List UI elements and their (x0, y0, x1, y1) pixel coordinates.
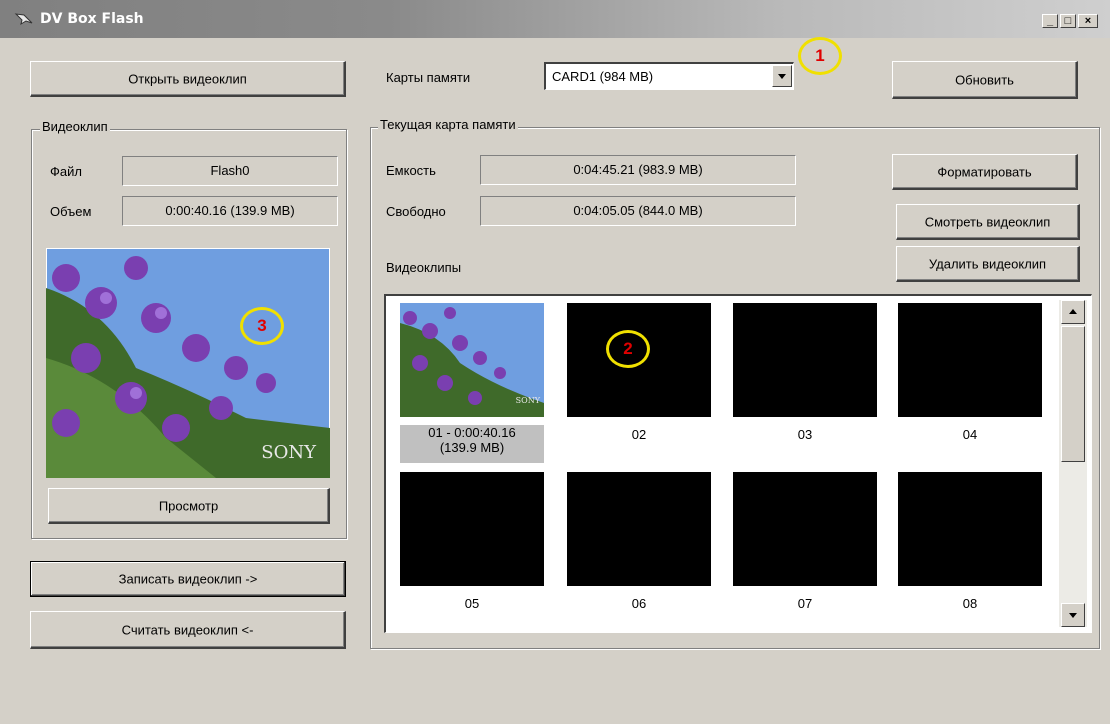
clip-thumb-08[interactable] (898, 472, 1042, 586)
read-clip-button[interactable]: Считать видеоклип <- (30, 611, 346, 649)
close-button[interactable]: × (1078, 14, 1098, 28)
clip-group-title: Видеоклип (40, 119, 110, 134)
clip-label-05[interactable]: 05 (400, 596, 544, 611)
open-clip-button[interactable]: Открыть видеоклип (30, 61, 346, 97)
callout-2: 2 (606, 330, 650, 368)
callout-1: 1 (798, 37, 842, 75)
clip-label-01-line1: 01 - 0:00:40.16 (428, 425, 516, 440)
clip-list-scrollbar[interactable] (1059, 300, 1087, 627)
clip-thumb-04[interactable] (898, 303, 1042, 417)
scroll-up-button[interactable] (1061, 300, 1085, 324)
clip-label-01-line2: (139.9 MB) (439, 440, 505, 455)
clip-thumb-03[interactable] (733, 303, 877, 417)
view-clip-button[interactable]: Смотреть видеоклип (896, 204, 1080, 240)
thumb-sony-watermark: SONY (516, 396, 541, 405)
preview-button[interactable]: Просмотр (48, 488, 330, 524)
capacity-label: Емкость (386, 163, 436, 178)
free-label: Свободно (386, 204, 446, 219)
clip-thumb-07[interactable] (733, 472, 877, 586)
clip-label-06[interactable]: 06 (567, 596, 711, 611)
scroll-thumb[interactable] (1061, 326, 1085, 462)
refresh-label: Обновить (955, 72, 1014, 87)
clip-thumb-01[interactable]: SONY (400, 303, 544, 417)
read-clip-label: Считать видеоклип <- (121, 622, 254, 637)
title-bar: DV Box Flash _ □ × (0, 0, 1110, 38)
view-clip-label: Смотреть видеоклип (924, 214, 1051, 229)
write-clip-label: Записать видеоклип -> (118, 571, 258, 587)
open-clip-label: Открыть видеоклип (128, 71, 247, 86)
clip-thumb-06[interactable] (567, 472, 711, 586)
minimize-button[interactable]: _ (1042, 14, 1058, 28)
free-field: 0:04:05.05 (844.0 MB) (480, 196, 796, 226)
clip-label-02[interactable]: 02 (567, 427, 711, 442)
memory-cards-label: Карты памяти (386, 70, 471, 85)
chevron-down-icon[interactable] (772, 65, 792, 87)
maximize-button[interactable]: □ (1060, 14, 1076, 28)
format-button[interactable]: Форматировать (892, 154, 1078, 190)
memory-card-group-title: Текущая карта памяти (378, 117, 518, 132)
clip-label-07[interactable]: 07 (733, 596, 877, 611)
clip-label-08[interactable]: 08 (898, 596, 1042, 611)
memory-card-value: CARD1 (984 MB) (552, 69, 654, 84)
scroll-down-button[interactable] (1061, 603, 1085, 627)
arrow-down-icon (1069, 613, 1077, 618)
delete-clip-button[interactable]: Удалить видеоклип (896, 246, 1080, 282)
delete-clip-label: Удалить видеоклип (928, 256, 1047, 271)
callout-3: 3 (240, 307, 284, 345)
preview-image: SONY (46, 248, 330, 478)
clips-label: Видеоклипы (386, 260, 462, 275)
size-field: 0:00:40.16 (139.9 MB) (122, 196, 338, 226)
refresh-button[interactable]: Обновить (892, 61, 1078, 99)
file-label: Файл (50, 164, 82, 179)
app-icon (14, 13, 33, 26)
clip-label-04[interactable]: 04 (898, 427, 1042, 442)
capacity-field: 0:04:45.21 (983.9 MB) (480, 155, 796, 185)
format-label: Форматировать (937, 164, 1032, 179)
preview-label: Просмотр (158, 498, 219, 513)
clip-label-03[interactable]: 03 (733, 427, 877, 442)
size-label: Объем (50, 204, 92, 219)
clip-thumb-05[interactable] (400, 472, 544, 586)
arrow-up-icon (1069, 309, 1077, 314)
sony-watermark: SONY (261, 442, 317, 463)
write-clip-button[interactable]: Записать видеоклип -> (30, 561, 346, 597)
memory-card-select[interactable]: CARD1 (984 MB) (544, 62, 794, 90)
clip-label-01[interactable]: 01 - 0:00:40.16 (139.9 MB) (400, 425, 544, 463)
window-title: DV Box Flash (40, 11, 144, 27)
file-field: Flash0 (122, 156, 338, 186)
